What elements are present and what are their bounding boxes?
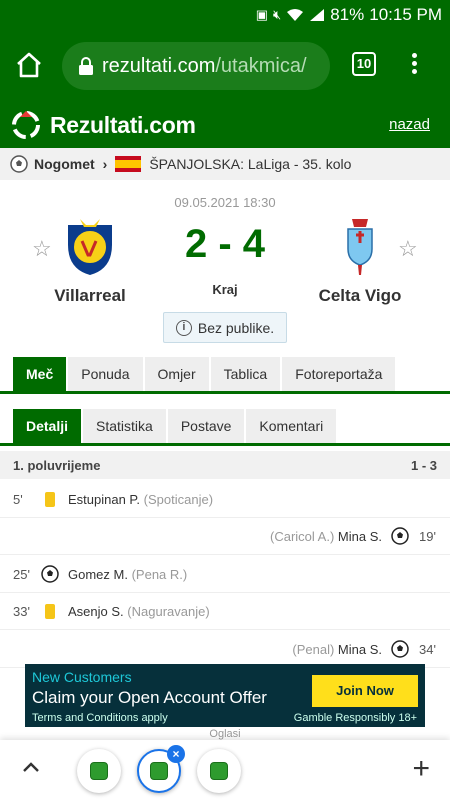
favorite-star-home-icon[interactable]: ☆: [32, 236, 52, 262]
overflow-menu-icon[interactable]: [410, 50, 418, 80]
spain-flag-icon: [115, 156, 142, 172]
rezultati-logo-icon[interactable]: [10, 109, 42, 141]
goal-ball-icon: [391, 640, 409, 661]
away-team-name[interactable]: Celta Vigo: [280, 286, 440, 306]
favorite-star-away-icon[interactable]: ☆: [398, 236, 418, 262]
notification-icon: ▣: [255, 7, 268, 22]
chevron-right-icon: ›: [102, 156, 108, 172]
browser-toolbar: rezultati.com/utakmica/ 10: [0, 30, 450, 102]
match-event-row: 25' Gomez M. (Pena R.): [0, 556, 450, 593]
breadcrumb-sport[interactable]: Nogomet: [34, 156, 95, 172]
tab-thumbnail-active[interactable]: ×: [137, 745, 185, 793]
wifi-icon: [287, 9, 304, 21]
event-text: Estupinan P. (Spoticanje): [68, 492, 213, 507]
goal-ball-icon: [391, 527, 409, 548]
event-text: (Penal) Mina S.: [292, 642, 382, 657]
new-tab-icon[interactable]: +: [412, 754, 430, 784]
half-header: 1. poluvrijeme 1 - 3: [0, 451, 450, 479]
match-event-row: (Caricol A.) Mina S. 19': [0, 518, 450, 555]
sub-tabs: Detalji Statistika Postave Komentari: [0, 409, 450, 446]
clock: 10:15 PM: [369, 5, 442, 24]
breadcrumb: Nogomet › ŠPANJOLSKA: LaLiga - 35. kolo: [0, 148, 450, 180]
site-logo-text[interactable]: Rezultati.com: [50, 112, 196, 139]
event-minute: 5': [13, 492, 23, 507]
ad-headline: New Customers: [32, 669, 132, 685]
event-minute: 33': [13, 604, 30, 619]
info-icon: i: [175, 319, 192, 336]
event-detail: (Pena R.): [131, 567, 188, 582]
match-note-text: Bez publike.: [197, 319, 275, 336]
address-bar[interactable]: rezultati.com/utakmica/: [62, 42, 330, 90]
event-detail: (Spoticanje): [143, 492, 214, 507]
url-path: /utakmica/: [215, 54, 307, 77]
event-player[interactable]: Mina S.: [338, 529, 382, 544]
yellow-card-icon: [45, 492, 55, 507]
tab-statistika[interactable]: Statistika: [83, 409, 166, 443]
tab-omjer[interactable]: Omjer: [144, 357, 209, 391]
match-info-note: i Bez publike.: [163, 312, 287, 343]
signal-icon: [310, 9, 325, 21]
favicon-icon: [210, 762, 228, 780]
ad-join-button[interactable]: Join Now: [312, 675, 418, 707]
event-minute: 34': [419, 642, 436, 657]
football-icon: [10, 155, 28, 173]
match-event-row: (Penal) Mina S. 34': [0, 631, 450, 668]
site-header: Rezultati.com nazad: [0, 102, 450, 148]
tab-tablica[interactable]: Tablica: [210, 357, 281, 391]
event-detail: (Caricol A.): [270, 529, 335, 544]
match-score: 2 - 4: [184, 222, 266, 266]
breadcrumb-league[interactable]: ŠPANJOLSKA: LaLiga - 35. kolo: [149, 156, 351, 172]
status-icons: ▣ 🔇︎ 81% 10:15 PM: [256, 5, 442, 25]
event-minute: 19': [419, 529, 436, 544]
back-link[interactable]: nazad: [389, 116, 430, 133]
match-status: Kraj: [212, 282, 238, 297]
tab-ponuda[interactable]: Ponuda: [68, 357, 143, 391]
tab-switcher-button[interactable]: 10: [352, 52, 376, 76]
villarreal-crest-icon[interactable]: [60, 215, 120, 277]
goal-ball-icon: [41, 565, 59, 586]
browser-tab-strip: × +: [0, 740, 450, 800]
event-minute: 25': [13, 567, 30, 582]
home-icon[interactable]: [14, 50, 44, 80]
home-team-name[interactable]: Villarreal: [10, 286, 170, 306]
tab-thumbnail[interactable]: [197, 749, 241, 793]
match-event-row: 33' Asenjo S. (Naguravanje): [0, 593, 450, 630]
event-text: Asenjo S. (Naguravanje): [68, 604, 210, 619]
close-tab-icon[interactable]: ×: [167, 745, 185, 763]
ad-label: Oglasi: [209, 728, 241, 740]
system-status-bar: ▣ 🔇︎ 81% 10:15 PM: [0, 0, 450, 30]
event-detail: (Naguravanje): [127, 604, 210, 619]
tab-postave[interactable]: Postave: [167, 409, 245, 443]
half-label: 1. poluvrijeme: [13, 458, 101, 473]
ad-gamble-notice: Gamble Responsibly 18+: [293, 712, 417, 724]
tab-mec[interactable]: Meč: [13, 357, 67, 391]
match-event-row: 5' Estupinan P. (Spoticanje): [0, 481, 450, 518]
url-host: rezultati.com: [102, 54, 216, 77]
event-player[interactable]: Asenjo S.: [68, 604, 124, 619]
event-player[interactable]: Mina S.: [338, 642, 382, 657]
event-detail: (Penal): [292, 642, 335, 657]
celta-vigo-crest-icon[interactable]: [330, 215, 390, 277]
favicon-icon: [150, 762, 168, 780]
battery-level: 81%: [330, 5, 365, 24]
mute-icon: 🔇︎: [273, 7, 282, 22]
favicon-icon: [90, 762, 108, 780]
event-player[interactable]: Gomez M.: [68, 567, 128, 582]
advertisement-banner[interactable]: New Customers Claim your Open Account Of…: [25, 664, 425, 727]
main-tabs: Meč Ponuda Omjer Tablica Fotoreportaža: [0, 357, 450, 394]
half-score: 1 - 3: [410, 458, 437, 473]
event-player[interactable]: Estupinan P.: [68, 492, 140, 507]
event-text: (Caricol A.) Mina S.: [270, 529, 382, 544]
tab-detalji[interactable]: Detalji: [13, 409, 82, 443]
yellow-card-icon: [45, 604, 55, 619]
event-text: Gomez M. (Pena R.): [68, 567, 187, 582]
lock-icon: [79, 57, 93, 75]
match-date: 09.05.2021 18:30: [174, 195, 276, 210]
tab-komentari[interactable]: Komentari: [246, 409, 337, 443]
tab-thumbnail[interactable]: [77, 749, 121, 793]
ad-terms: Terms and Conditions apply: [32, 712, 168, 724]
tab-fotoreportaza[interactable]: Fotoreportaža: [282, 357, 396, 391]
ad-text: Claim your Open Account Offer: [32, 688, 267, 707]
chevron-up-icon[interactable]: [20, 756, 42, 778]
